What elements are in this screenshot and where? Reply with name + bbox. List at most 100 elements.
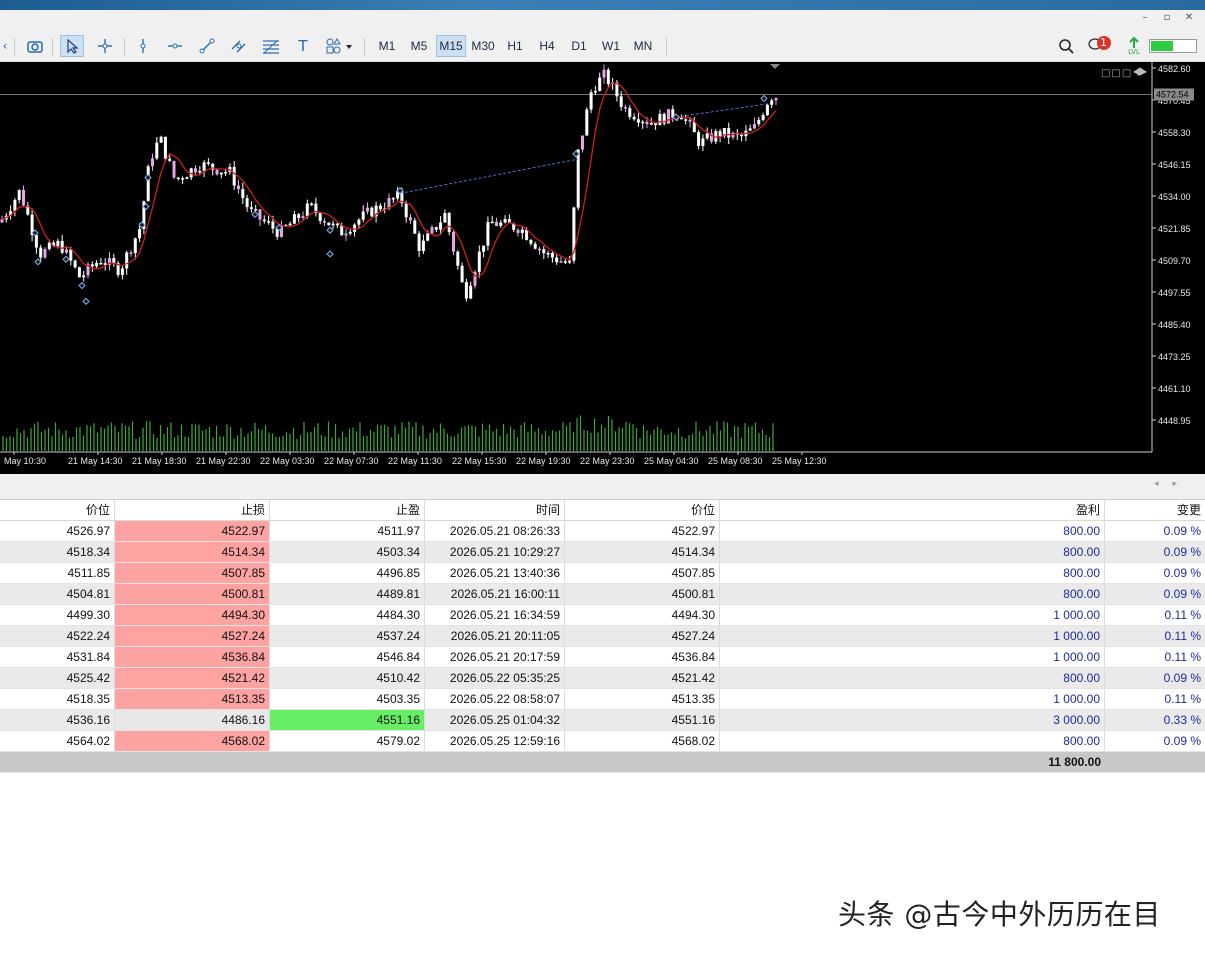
table-cell: 800.00 xyxy=(720,584,1105,604)
candles xyxy=(0,64,778,302)
candle-body xyxy=(464,282,468,299)
price-tick-label: 4521.85 xyxy=(1158,224,1191,234)
table-cell: 4484.30 xyxy=(270,605,425,625)
column-header[interactable]: 止损 xyxy=(115,500,270,520)
column-header[interactable]: 变更 xyxy=(1105,500,1205,520)
table-row[interactable]: 4499.30 4494.30 4484.30 2026.05.21 16:34:59… xyxy=(0,605,1205,626)
scroll-arrows-icon[interactable]: ◂▸ xyxy=(1154,479,1191,489)
candle-body xyxy=(361,211,365,220)
minimize-icon[interactable]: – xyxy=(1138,12,1152,23)
candle-body xyxy=(249,207,253,210)
column-header[interactable]: 价位 xyxy=(565,500,720,520)
table-row[interactable]: 4536.16 4486.16 4551.16 2026.05.25 01:04:32… xyxy=(0,710,1205,731)
table-row[interactable]: 4522.24 4527.24 4537.24 2026.05.21 20:11:05… xyxy=(0,626,1205,647)
price-chart[interactable]: 4582.60 4570.45 4558.30 4546.15 4534.00 4521.… xyxy=(0,62,1205,474)
candle-body xyxy=(469,285,473,299)
table-cell: 1 000.00 xyxy=(720,647,1105,667)
candle-body xyxy=(288,223,292,226)
candle-body xyxy=(267,221,271,223)
candle-body xyxy=(138,229,142,239)
column-header[interactable]: 价位 xyxy=(0,500,115,520)
timeframe-h4[interactable]: H4 xyxy=(532,35,562,57)
candle-body xyxy=(447,213,451,233)
candle-body xyxy=(761,115,765,120)
notifications-icon[interactable]: 1 xyxy=(1086,35,1114,57)
price-tick-label: 4448.95 xyxy=(1158,416,1191,426)
timeframe-h1[interactable]: H1 xyxy=(500,35,530,57)
candle-body xyxy=(305,203,309,217)
text-tool-icon[interactable]: T xyxy=(292,35,314,57)
candle-body xyxy=(499,222,503,226)
timeframe-mn[interactable]: MN xyxy=(628,35,658,57)
table-row[interactable]: 4518.34 4514.34 4503.34 2026.05.21 10:29:27… xyxy=(0,542,1205,563)
candle-body xyxy=(77,267,81,278)
candle-body xyxy=(546,252,550,255)
candle-body xyxy=(254,209,258,211)
candle-body xyxy=(581,135,584,150)
candle-body xyxy=(155,142,159,159)
horizontal-line-icon[interactable] xyxy=(164,35,186,57)
timeframe-m15[interactable]: M15 xyxy=(436,35,466,57)
channel-icon[interactable] xyxy=(228,35,250,57)
table-cell: 4537.24 xyxy=(270,626,425,646)
candle-body xyxy=(649,123,653,125)
candle-body xyxy=(378,205,382,210)
fibonacci-icon[interactable] xyxy=(260,35,282,57)
candle-body xyxy=(224,171,228,174)
candle-body xyxy=(542,249,546,254)
table-row[interactable]: 4526.97 4522.97 4511.97 2026.05.21 08:26:33… xyxy=(0,521,1205,542)
table-cell: 0.11 % xyxy=(1164,650,1201,664)
close-icon[interactable]: ✕ xyxy=(1182,12,1196,23)
table-row[interactable]: 4525.42 4521.42 4510.42 2026.05.22 05:35:25… xyxy=(0,668,1205,689)
trend-line-icon[interactable] xyxy=(196,35,218,57)
timeframe-m5[interactable]: M5 xyxy=(404,35,434,57)
candle-body xyxy=(219,172,223,175)
total-profit: 11 800.00 xyxy=(1048,755,1101,769)
candle-body xyxy=(697,132,701,146)
trade-marker-icon xyxy=(326,226,334,234)
candle-body xyxy=(146,166,150,202)
candle-body xyxy=(323,220,326,223)
timeframe-d1[interactable]: D1 xyxy=(564,35,594,57)
screenshot-camera-icon[interactable] xyxy=(24,35,46,57)
table-row[interactable]: 4531.84 4536.84 4546.84 2026.05.21 20:17:59… xyxy=(0,647,1205,668)
candle-body xyxy=(585,109,589,136)
search-icon[interactable] xyxy=(1054,35,1078,57)
vertical-line-icon[interactable] xyxy=(132,35,154,57)
column-header[interactable]: 止盈 xyxy=(270,500,425,520)
timeframe-w1[interactable]: W1 xyxy=(596,35,626,57)
table-cell: 0.11 % xyxy=(1164,608,1201,622)
candle-body xyxy=(486,222,490,246)
candle-body xyxy=(69,249,73,261)
crosshair-icon[interactable] xyxy=(94,35,116,57)
table-cell: 2026.05.21 16:00:11 xyxy=(425,584,565,604)
candle-body xyxy=(292,214,296,224)
candle-body xyxy=(482,245,486,252)
back-arrow-icon[interactable]: ‹ xyxy=(0,35,10,57)
table-cell: 2026.05.22 08:58:07 xyxy=(425,689,565,709)
candle-body xyxy=(516,229,520,234)
column-header[interactable]: 时间 xyxy=(425,500,565,520)
trade-marker-icon xyxy=(62,255,70,263)
candle-body xyxy=(0,219,4,223)
timeframe-m1[interactable]: M1 xyxy=(372,35,402,57)
window-title-strip xyxy=(0,0,1205,10)
restore-icon[interactable]: ▫ xyxy=(1160,12,1174,23)
column-header[interactable]: 盈利 xyxy=(720,500,1105,520)
shapes-dropdown-icon[interactable] xyxy=(322,35,358,57)
price-tick-label: 4485.40 xyxy=(1158,320,1191,330)
table-cell: 2026.05.21 20:11:05 xyxy=(425,626,565,646)
table-row[interactable]: 4511.85 4507.85 4496.85 2026.05.21 13:40:36… xyxy=(0,563,1205,584)
candle-body xyxy=(753,124,756,129)
panel-divider[interactable]: ◂▸ xyxy=(0,474,1205,500)
table-row[interactable]: 4564.02 4568.02 4579.02 2026.05.25 12:59:16… xyxy=(0,731,1205,752)
cursor-arrow-icon[interactable] xyxy=(60,35,84,57)
table-cell: 4500.81 xyxy=(565,584,720,604)
chart-window-controls[interactable]: □□□ xyxy=(1101,68,1132,79)
signal-level-icon[interactable]: LVL xyxy=(1124,35,1144,57)
candle-body xyxy=(667,109,670,124)
candle-body xyxy=(417,233,421,252)
table-row[interactable]: 4504.81 4500.81 4489.81 2026.05.21 16:00:11… xyxy=(0,584,1205,605)
table-row[interactable]: 4518.35 4513.35 4503.35 2026.05.22 08:58:07… xyxy=(0,689,1205,710)
timeframe-m30[interactable]: M30 xyxy=(468,35,498,57)
